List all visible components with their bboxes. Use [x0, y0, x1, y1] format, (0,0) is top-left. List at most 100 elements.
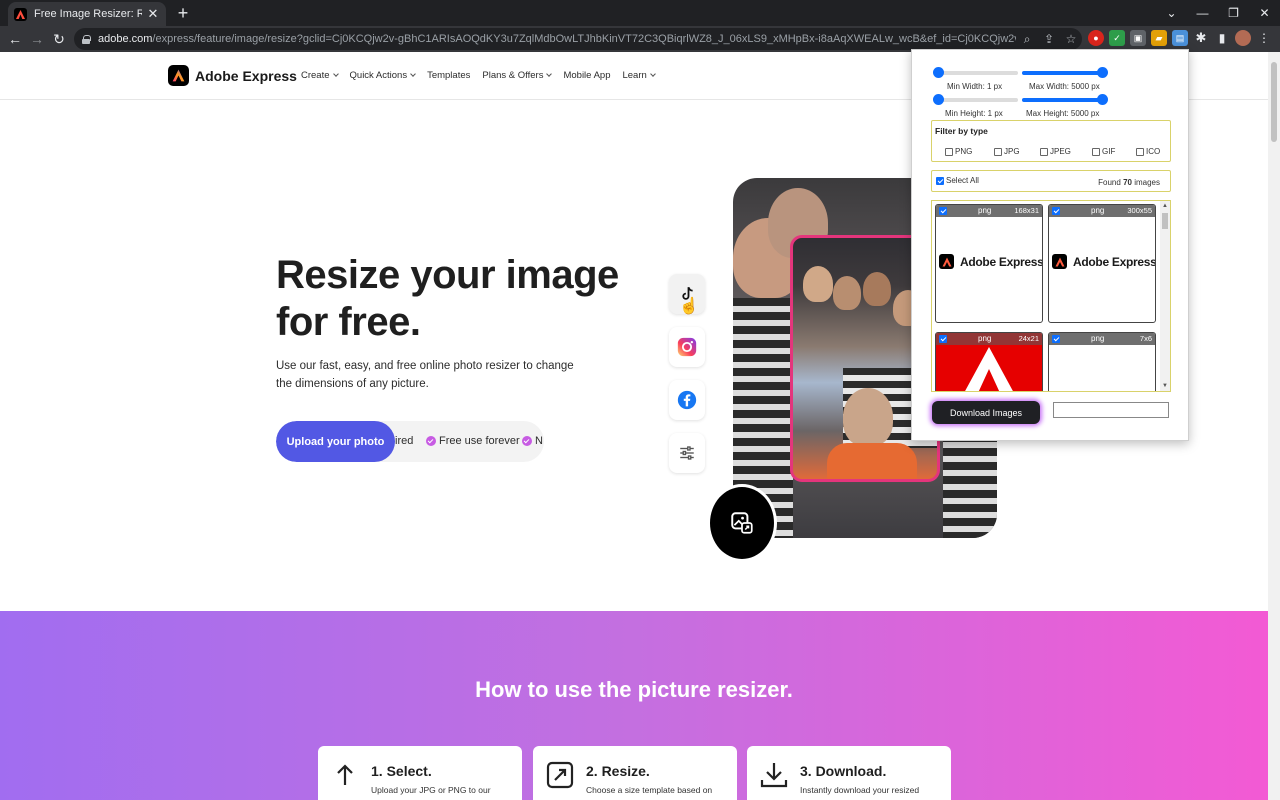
- nav-quick-actions[interactable]: Quick Actions: [350, 70, 416, 81]
- min-height-label: Min Height: 1 px: [945, 109, 1003, 118]
- resize-image-fab[interactable]: [707, 484, 777, 562]
- side-panel-icon[interactable]: ▮: [1214, 30, 1230, 46]
- adobe-express-logo-icon: [1052, 254, 1067, 269]
- browser-tab[interactable]: Free Image Resizer: Resize Photos ✕: [8, 2, 166, 26]
- step-description: Instantly download your resized: [800, 785, 920, 795]
- tab-search-icon[interactable]: ⌄: [1156, 0, 1187, 26]
- step-title: 1. Select.: [371, 763, 432, 779]
- reload-button[interactable]: ↻: [50, 30, 68, 48]
- checkbox-icon[interactable]: [945, 147, 953, 156]
- scroll-down-icon[interactable]: ▼: [1162, 383, 1168, 389]
- select-all-checkbox[interactable]: Select All: [936, 176, 979, 185]
- checkbox-icon[interactable]: [1040, 147, 1048, 156]
- checkbox-icon[interactable]: [994, 147, 1002, 156]
- badge-partial-text: ired: [395, 435, 414, 447]
- width-slider[interactable]: [933, 67, 1111, 78]
- image-resize-icon: [731, 512, 753, 534]
- address-bar[interactable]: adobe.com/express/feature/image/resize?g…: [74, 28, 1082, 50]
- scrollbar-thumb[interactable]: [1271, 62, 1277, 142]
- tab-close-icon[interactable]: ✕: [146, 6, 160, 22]
- filter-ico[interactable]: ICO: [1136, 147, 1160, 156]
- extension-folder-icon[interactable]: ▰: [1151, 30, 1167, 46]
- extension-red-icon[interactable]: ●: [1088, 30, 1104, 46]
- slider-range: [1022, 71, 1106, 75]
- share-icon[interactable]: ⇪: [1038, 32, 1060, 46]
- filter-jpeg[interactable]: JPEG: [1040, 147, 1071, 156]
- step-title: 2. Resize.: [586, 763, 650, 779]
- thumbnail-size: 7x6: [1139, 334, 1152, 343]
- slider-track: [936, 98, 1018, 102]
- instagram-button[interactable]: [669, 327, 705, 367]
- filter-by-type-box: Filter by type PNG JPG JPEG GIF ICO: [931, 120, 1171, 162]
- adobe-express-logo[interactable]: Adobe Express: [168, 65, 297, 86]
- back-button[interactable]: ←: [6, 30, 24, 48]
- checkbox-checked-icon[interactable]: [939, 335, 947, 343]
- scrollbar-thumb[interactable]: [1162, 213, 1168, 229]
- site-nav: Create Quick Actions Templates Plans & O…: [301, 70, 667, 81]
- browser-tab-bar: Free Image Resizer: Resize Photos ✕ + ⌄ …: [0, 0, 1280, 26]
- facebook-button[interactable]: [669, 380, 705, 420]
- filter-jpg[interactable]: JPG: [994, 147, 1020, 156]
- download-filename-input[interactable]: [1053, 402, 1169, 418]
- adjustments-button[interactable]: [669, 433, 705, 473]
- nav-create[interactable]: Create: [301, 70, 339, 81]
- url-text[interactable]: adobe.com/express/feature/image/resize?g…: [98, 33, 1016, 45]
- checkbox-checked-icon[interactable]: [936, 176, 944, 185]
- max-width-label: Max Width: 5000 px: [1029, 82, 1100, 91]
- forward-button[interactable]: →: [28, 30, 46, 48]
- restore-button[interactable]: ❐: [1218, 0, 1249, 26]
- badge-next-partial: N: [535, 435, 543, 447]
- max-height-label: Max Height: 5000 px: [1026, 109, 1100, 118]
- lock-icon[interactable]: [82, 34, 91, 44]
- page-scrollbar[interactable]: [1268, 52, 1280, 800]
- extension-window-icon[interactable]: ▣: [1130, 30, 1146, 46]
- upload-arrow-icon: [337, 764, 353, 785]
- image-downloader-popup: Min Width: 1 px Max Width: 5000 px Min H…: [911, 49, 1189, 441]
- image-thumbnail[interactable]: png 168x31 Adobe Express: [935, 204, 1043, 323]
- instagram-icon: [677, 337, 697, 357]
- nav-mobile-app[interactable]: Mobile App: [563, 70, 610, 81]
- search-icon[interactable]: ⌕: [1016, 32, 1038, 47]
- scroll-up-icon[interactable]: ▲: [1162, 203, 1168, 209]
- thumbnail-header: png 7x6: [1049, 333, 1155, 345]
- image-thumbnail[interactable]: png 7x6: [1048, 332, 1156, 391]
- browser-menu-icon[interactable]: ⋮: [1256, 30, 1272, 46]
- checkbox-checked-icon[interactable]: [1052, 335, 1060, 343]
- height-slider[interactable]: [933, 94, 1111, 105]
- checkbox-checked-icon[interactable]: [939, 207, 947, 215]
- profile-avatar[interactable]: [1235, 30, 1251, 46]
- person-photo: [803, 266, 833, 302]
- thumbnail-size: 168x31: [1014, 206, 1039, 215]
- close-window-button[interactable]: ✕: [1249, 0, 1280, 26]
- checkbox-icon[interactable]: [1136, 147, 1144, 156]
- download-images-button[interactable]: Download Images: [932, 401, 1040, 424]
- nav-learn[interactable]: Learn: [622, 70, 656, 81]
- puzzle-extensions-icon[interactable]: ✱: [1193, 30, 1209, 46]
- checkbox-icon[interactable]: [1092, 147, 1100, 156]
- checkbox-checked-icon[interactable]: [1052, 207, 1060, 215]
- minimize-button[interactable]: —: [1187, 0, 1218, 26]
- filter-gif[interactable]: GIF: [1092, 147, 1115, 156]
- min-height-knob[interactable]: [933, 94, 944, 105]
- upload-photo-button[interactable]: Upload your photo: [276, 421, 395, 462]
- how-to-section: How to use the picture resizer. 1. Selec…: [0, 611, 1268, 800]
- adobe-express-logo-preview: Adobe Express: [939, 254, 1042, 269]
- max-width-knob[interactable]: [1097, 67, 1108, 78]
- filter-png[interactable]: PNG: [945, 147, 972, 156]
- image-thumbnail[interactable]: png 300x55 Adobe Express: [1048, 204, 1156, 323]
- new-tab-button[interactable]: +: [173, 3, 193, 23]
- hero-subtitle: Use our fast, easy, and free online phot…: [276, 360, 574, 390]
- nav-templates[interactable]: Templates: [427, 70, 470, 81]
- image-thumbnail[interactable]: png 24x21: [935, 332, 1043, 391]
- select-all-box: Select All Found 70 images: [931, 170, 1171, 192]
- bookmark-star-icon[interactable]: ☆: [1060, 32, 1082, 46]
- check-icon: [426, 436, 436, 446]
- image-grid-scrollbar[interactable]: ▲ ▼: [1160, 201, 1170, 391]
- image-downloader-extension-icon[interactable]: ▤: [1172, 30, 1188, 46]
- nav-plans-offers[interactable]: Plans & Offers: [482, 70, 553, 81]
- extension-shield-icon[interactable]: ✓: [1109, 30, 1125, 46]
- extensions-area: ● ✓ ▣ ▰ ▤ ✱ ▮ ⋮: [1088, 30, 1272, 46]
- max-height-knob[interactable]: [1097, 94, 1108, 105]
- person-photo: [843, 388, 893, 446]
- min-width-knob[interactable]: [933, 67, 944, 78]
